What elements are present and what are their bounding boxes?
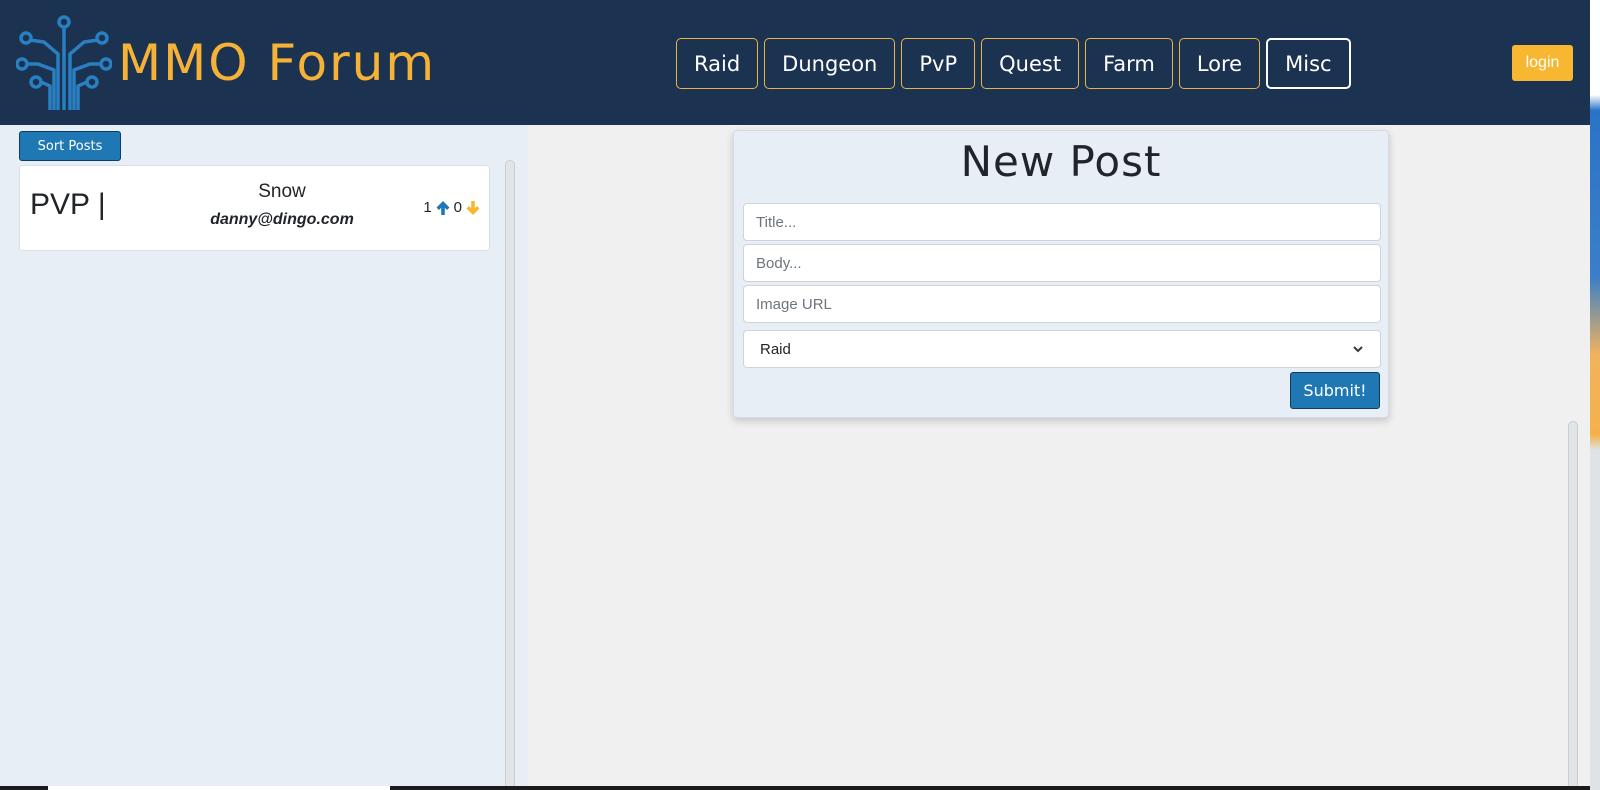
downvote-count: 0 (453, 199, 462, 216)
main-content: New Post Raid Submit! (528, 125, 1590, 790)
arrow-up-icon[interactable] (435, 200, 451, 216)
nav-pvp-button[interactable]: PvP (901, 38, 976, 89)
post-body-input[interactable] (743, 244, 1381, 282)
post-author: danny@dingo.com (210, 211, 354, 228)
post-title[interactable]: Snow (170, 181, 394, 203)
arrow-down-icon[interactable] (465, 200, 481, 216)
circuit-tree-logo-icon[interactable] (16, 14, 112, 112)
upvote-count: 1 (423, 199, 432, 216)
brand-title[interactable]: MMO Forum (118, 34, 436, 92)
submit-button[interactable]: Submit! (1290, 372, 1380, 409)
post-image-url-input[interactable] (743, 285, 1381, 323)
main-scrollbar[interactable] (1568, 421, 1578, 790)
login-button[interactable]: login (1512, 45, 1573, 81)
nav-misc-button[interactable]: Misc (1266, 38, 1351, 89)
new-post-heading: New Post (960, 137, 1162, 186)
posts-sidebar: Sort Posts PVP | Snow danny@dingo.com 1 … (0, 125, 528, 790)
nav-quest-button[interactable]: Quest (981, 38, 1080, 89)
new-post-form: New Post Raid Submit! (733, 130, 1389, 418)
header-bar: MMO Forum Raid Dungeon PvP Quest Farm Lo… (0, 0, 1590, 125)
post-title-input[interactable] (743, 203, 1381, 241)
sort-posts-button[interactable]: Sort Posts (19, 131, 121, 161)
post-category: PVP | (30, 188, 106, 221)
post-category-selected: Raid (760, 340, 791, 358)
post-category-select[interactable]: Raid (743, 330, 1381, 368)
nav-dungeon-button[interactable]: Dungeon (764, 38, 896, 89)
window-edge-strip (1590, 0, 1600, 790)
chevron-down-icon (1353, 346, 1363, 353)
vote-counter: 1 0 (423, 199, 481, 216)
post-card[interactable]: PVP | Snow danny@dingo.com 1 0 (19, 165, 490, 251)
nav-lore-button[interactable]: Lore (1178, 38, 1261, 89)
category-nav: Raid Dungeon PvP Quest Farm Lore Misc (676, 38, 1351, 89)
nav-farm-button[interactable]: Farm (1085, 38, 1173, 89)
sidebar-scrollbar[interactable] (505, 160, 515, 790)
nav-raid-button[interactable]: Raid (676, 38, 759, 89)
bottom-border (0, 786, 1590, 790)
